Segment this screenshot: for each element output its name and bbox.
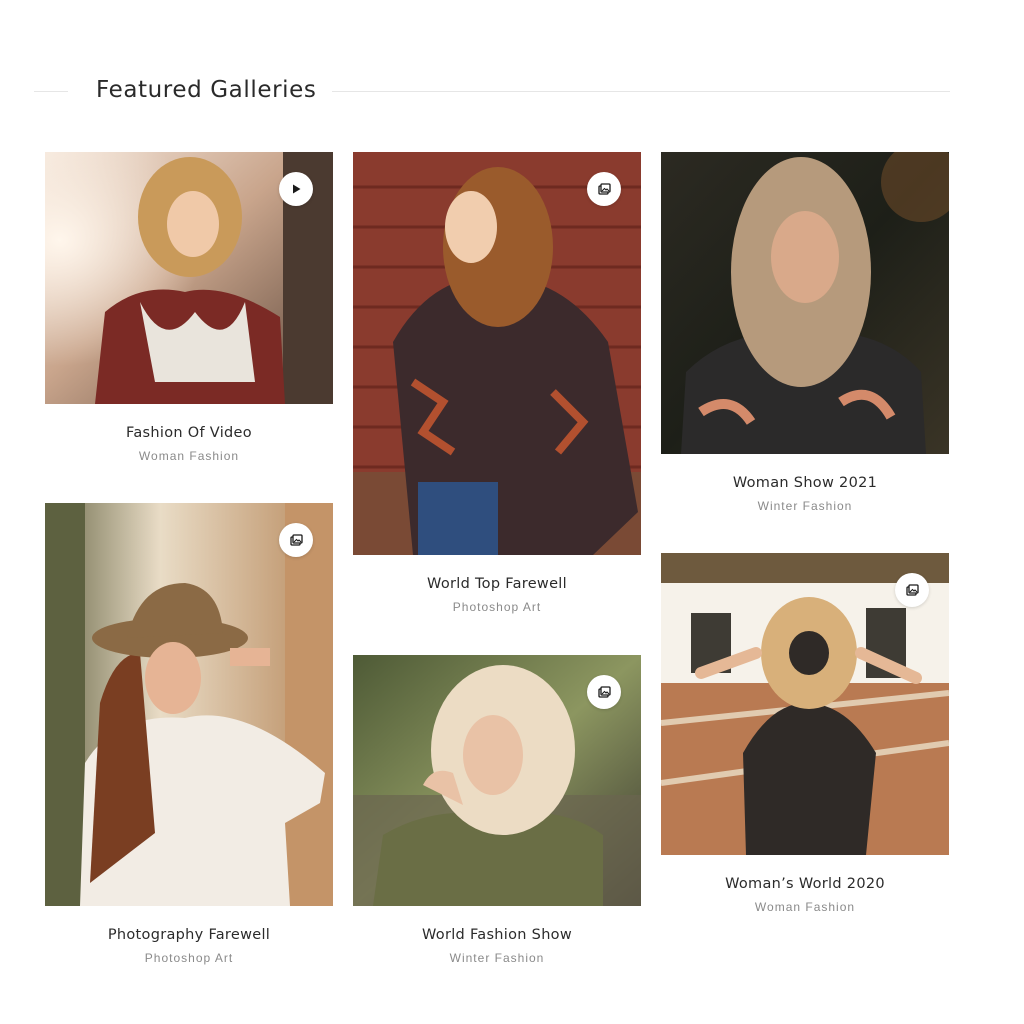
gallery-icon	[905, 583, 919, 596]
gallery-category[interactable]: Woman Fashion	[45, 449, 333, 463]
gallery-image[interactable]	[353, 655, 641, 906]
gallery-title[interactable]: World Fashion Show	[353, 927, 641, 943]
gallery-card-woman-show-2021[interactable]: Woman Show 2021 Winter Fashion	[661, 152, 949, 513]
play-icon	[293, 184, 301, 194]
gallery-button[interactable]	[279, 523, 313, 557]
header-divider-right	[332, 91, 950, 92]
gallery-category[interactable]: Woman Fashion	[661, 900, 949, 914]
gallery-image[interactable]	[661, 152, 949, 454]
gallery-icon	[597, 182, 611, 195]
gallery-category[interactable]: Winter Fashion	[661, 499, 949, 513]
play-video-button[interactable]	[279, 172, 313, 206]
gallery-card-fashion-of-video[interactable]: Fashion Of Video Woman Fashion	[45, 152, 333, 463]
gallery-icon	[289, 533, 303, 546]
gallery-category[interactable]: Winter Fashion	[353, 951, 641, 965]
gallery-title[interactable]: World Top Farewell	[353, 576, 641, 592]
section-title: Featured Galleries	[96, 77, 317, 103]
gallery-title[interactable]: Woman’s World 2020	[661, 876, 949, 892]
gallery-button[interactable]	[587, 675, 621, 709]
gallery-category[interactable]: Photoshop Art	[45, 951, 333, 965]
gallery-card-world-fashion-show[interactable]: World Fashion Show Winter Fashion	[353, 655, 641, 965]
gallery-card-photography-farewell[interactable]: Photography Farewell Photoshop Art	[45, 503, 333, 965]
gallery-category[interactable]: Photoshop Art	[353, 600, 641, 614]
gallery-image[interactable]	[661, 553, 949, 855]
gallery-icon	[597, 685, 611, 698]
gallery-card-world-top-farewell[interactable]: World Top Farewell Photoshop Art	[353, 152, 641, 614]
gallery-button[interactable]	[587, 172, 621, 206]
header-divider-left	[34, 91, 68, 92]
gallery-card-womans-world-2020[interactable]: Woman’s World 2020 Woman Fashion	[661, 553, 949, 914]
gallery-image[interactable]	[45, 152, 333, 404]
gallery-image[interactable]	[45, 503, 333, 906]
gallery-image[interactable]	[353, 152, 641, 555]
gallery-button[interactable]	[895, 573, 929, 607]
gallery-title[interactable]: Fashion Of Video	[45, 425, 333, 441]
gallery-title[interactable]: Photography Farewell	[45, 927, 333, 943]
gallery-title[interactable]: Woman Show 2021	[661, 475, 949, 491]
